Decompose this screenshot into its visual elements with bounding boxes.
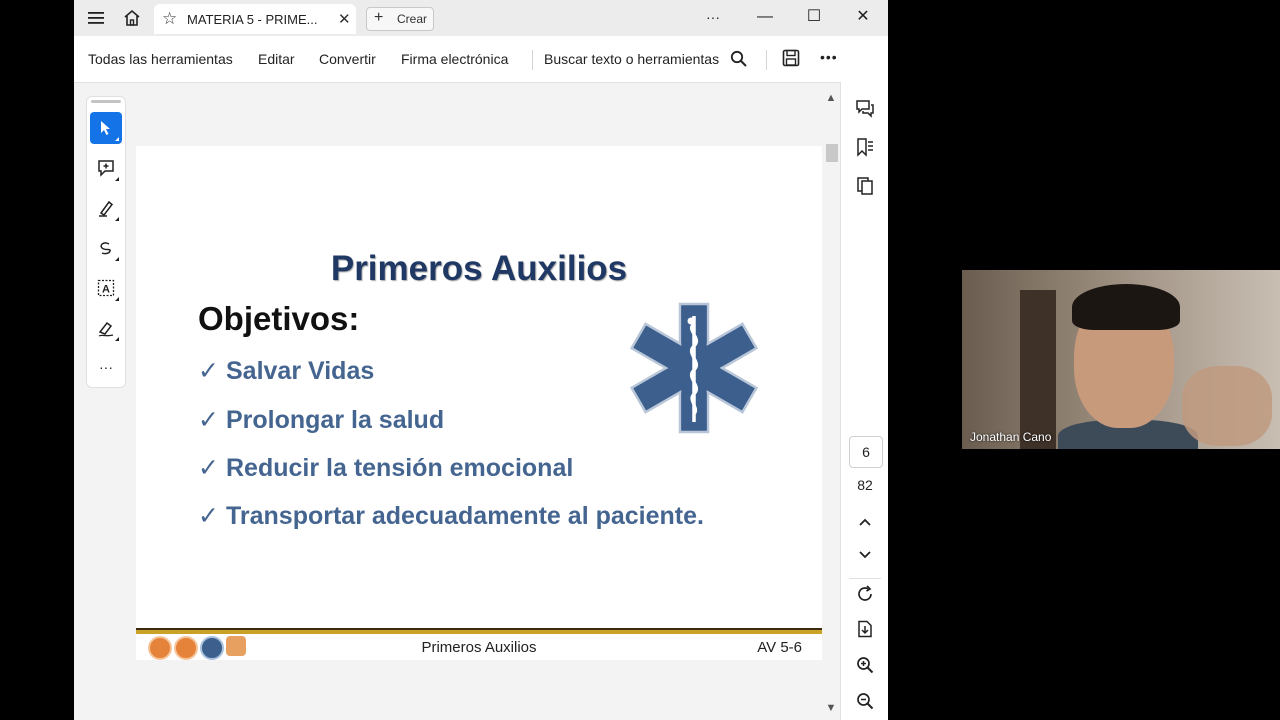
- footer-divider: [136, 628, 822, 634]
- scroll-up-arrow-icon[interactable]: ▲: [824, 92, 838, 104]
- participant-hand: [1182, 366, 1272, 446]
- quick-tools-panel: A ···: [86, 96, 126, 388]
- comments-icon[interactable]: [853, 96, 877, 120]
- pdf-viewer-window: ☆ MATERIA 5 - PRIME... ✕ + Crear ··· — ☐…: [74, 0, 888, 720]
- footer-title: Primeros Auxilios: [421, 639, 537, 656]
- toolbar-divider: [532, 50, 533, 70]
- search-icon[interactable]: [730, 50, 748, 73]
- bullet-text: Transportar adecuadamente al paciente.: [226, 502, 704, 530]
- participant-name: Jonathan Cano: [970, 430, 1052, 444]
- panel-handle[interactable]: [91, 100, 121, 103]
- save-icon[interactable]: [782, 49, 800, 72]
- star-of-life-icon: [628, 302, 760, 439]
- participant-hair: [1072, 284, 1180, 330]
- check-icon: ✓: [198, 406, 219, 434]
- menu-icon[interactable]: [84, 6, 108, 30]
- current-page-input[interactable]: 6: [849, 436, 883, 468]
- right-side-panel: 6 82: [840, 82, 888, 720]
- zoom-out-icon[interactable]: [853, 689, 877, 713]
- toolbar-divider: [766, 50, 767, 70]
- search-tools-button[interactable]: Buscar texto o herramientas: [544, 51, 719, 67]
- slide-title: Primeros Auxilios: [330, 249, 628, 288]
- home-icon[interactable]: [120, 6, 144, 30]
- extract-page-icon[interactable]: [853, 617, 877, 641]
- participant-video-tile[interactable]: Jonathan Cano: [962, 270, 1280, 449]
- document-tab[interactable]: ☆ MATERIA 5 - PRIME... ✕: [154, 4, 356, 34]
- more-options-button[interactable]: ···: [698, 6, 728, 30]
- scrollbar-thumb[interactable]: [826, 144, 838, 162]
- scroll-down-arrow-icon[interactable]: ▼: [824, 702, 838, 714]
- check-icon: ✓: [198, 357, 219, 385]
- total-pages: 82: [857, 477, 873, 493]
- check-icon: ✓: [198, 502, 219, 530]
- draw-freehand-icon[interactable]: [90, 232, 122, 264]
- highlight-pen-icon[interactable]: [90, 192, 122, 224]
- previous-page-icon[interactable]: [853, 510, 877, 534]
- star-icon[interactable]: ☆: [162, 9, 177, 29]
- text-recognition-icon[interactable]: A: [90, 272, 122, 304]
- e-signature-button[interactable]: Firma electrónica: [401, 51, 508, 67]
- bookmarks-icon[interactable]: [853, 135, 877, 159]
- check-icon: ✓: [198, 454, 219, 482]
- more-tools-button[interactable]: •••: [820, 49, 838, 65]
- panel-divider: [849, 578, 881, 579]
- sign-pen-icon[interactable]: [90, 312, 122, 344]
- minimize-button[interactable]: —: [750, 6, 780, 30]
- main-toolbar: Todas las herramientas Editar Convertir …: [74, 36, 888, 83]
- more-tools-icon[interactable]: ···: [90, 351, 122, 383]
- svg-text:A: A: [102, 284, 110, 296]
- list-item: ✓ Reducir la tensión emocional: [198, 453, 573, 483]
- add-comment-icon[interactable]: [90, 152, 122, 184]
- select-tool-icon[interactable]: [90, 112, 122, 144]
- tab-title: MATERIA 5 - PRIME...: [187, 12, 318, 27]
- list-item: ✓ Prolongar la salud: [198, 405, 444, 435]
- edit-button[interactable]: Editar: [258, 51, 295, 67]
- bullet-text: Prolongar la salud: [226, 406, 445, 434]
- video-background-door: [1020, 290, 1056, 449]
- create-label: Crear: [397, 12, 428, 26]
- convert-button[interactable]: Convertir: [319, 51, 376, 67]
- next-page-icon[interactable]: [853, 543, 877, 567]
- title-bar: ☆ MATERIA 5 - PRIME... ✕ + Crear ··· — ☐…: [74, 0, 888, 36]
- pages-copy-icon[interactable]: [853, 174, 877, 198]
- footer-code: AV 5-6: [757, 639, 802, 656]
- zoom-in-icon[interactable]: [853, 653, 877, 677]
- bullet-text: Reducir la tensión emocional: [226, 454, 574, 482]
- list-item: ✓ Transportar adecuadamente al paciente.: [198, 501, 704, 531]
- create-button[interactable]: + Crear: [366, 7, 434, 31]
- bullet-text: Salvar Vidas: [226, 357, 375, 385]
- close-window-button[interactable]: ✕: [848, 6, 878, 30]
- slide-heading: Objetivos:: [198, 300, 360, 337]
- rotate-icon[interactable]: [853, 582, 877, 606]
- tab-close-icon[interactable]: ✕: [338, 10, 351, 28]
- all-tools-button[interactable]: Todas las herramientas: [88, 51, 233, 67]
- plus-icon: +: [374, 9, 384, 26]
- maximize-button[interactable]: ☐: [799, 6, 829, 30]
- list-item: ✓ Salvar Vidas: [198, 356, 374, 386]
- vertical-scrollbar[interactable]: ▲ ▼: [824, 88, 838, 720]
- document-page: Primeros Auxilios Objetivos: ✓ Salvar Vid…: [136, 146, 822, 660]
